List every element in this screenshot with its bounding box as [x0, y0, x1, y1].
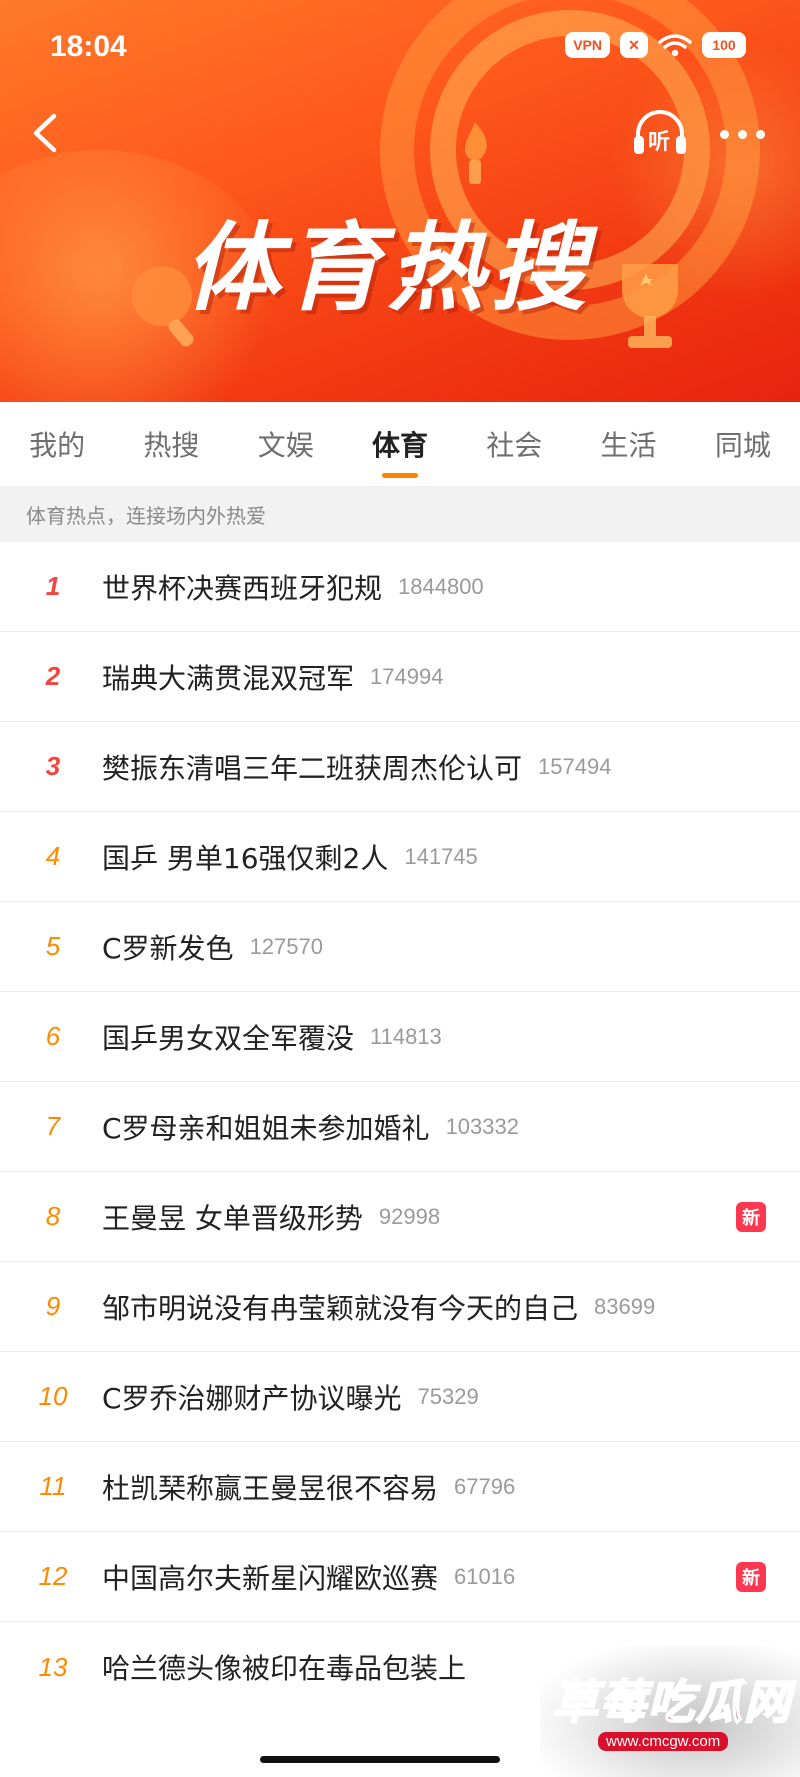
item-title: C罗乔治娜财产协议曝光	[102, 1381, 402, 1415]
back-arrow-icon[interactable]	[24, 108, 68, 158]
rank-number: 1	[45, 571, 61, 601]
tab-local[interactable]: 同城	[686, 402, 800, 486]
item-count: 114813	[370, 1023, 442, 1049]
close-box-icon: ✕	[620, 32, 648, 58]
home-indicator[interactable]	[260, 1756, 500, 1763]
tab-sports[interactable]: 体育	[343, 402, 457, 486]
category-tabs: 我的 热搜 文娱 体育 社会 生活 同城	[0, 402, 800, 486]
hero-banner: 18:04 VPN ✕ 100 听 体育热搜	[0, 0, 800, 402]
watermark-text: 草莓吃瓜网	[551, 1674, 792, 1730]
listen-label: 听	[648, 130, 671, 155]
item-count: 67796	[454, 1473, 516, 1499]
list-item[interactable]: 7 C罗母亲和姐姐未参加婚礼 103332	[0, 1082, 800, 1172]
section-subtitle: 体育热点，连接场内外热爱	[0, 486, 800, 542]
rank-number: 11	[39, 1471, 67, 1501]
item-count: 141745	[404, 843, 478, 869]
item-count: 174994	[370, 663, 444, 689]
tab-mine[interactable]: 我的	[0, 402, 114, 486]
vpn-icon: VPN	[565, 32, 610, 58]
item-count: 1844800	[398, 573, 484, 599]
status-time: 18:04	[50, 30, 127, 63]
item-title: 樊振东清唱三年二班获周杰伦认可	[102, 751, 523, 785]
item-count: 83699	[594, 1293, 656, 1319]
rank-number: 12	[38, 1561, 68, 1591]
rank-number: 8	[45, 1201, 61, 1231]
item-title: C罗新发色	[102, 931, 234, 965]
list-item[interactable]: 12 中国高尔夫新星闪耀欧巡赛 61016 新	[0, 1532, 800, 1622]
list-item[interactable]: 11 杜凯琹称赢王曼昱很不容易 67796	[0, 1442, 800, 1532]
active-tab-indicator	[381, 473, 418, 478]
item-title: 邹市明说没有冉莹颖就没有今天的自己	[102, 1291, 579, 1325]
item-title: 国乒 男单16强仅剩2人	[102, 841, 389, 875]
more-options-icon[interactable]	[712, 116, 772, 152]
item-title: 国乒男女双全军覆没	[102, 1021, 355, 1055]
list-item[interactable]: 1 世界杯决赛西班牙犯规 1844800	[0, 542, 800, 632]
item-title: C罗母亲和姐姐未参加婚礼	[102, 1111, 430, 1145]
wifi-icon	[658, 34, 692, 57]
status-icons: VPN ✕ 100	[565, 32, 746, 58]
watermark-url: www.cmcgw.com	[598, 1732, 729, 1751]
torch-icon	[464, 122, 487, 184]
item-count: 157494	[538, 753, 612, 779]
item-title: 哈兰德头像被印在毒品包装上	[102, 1652, 467, 1685]
hot-search-list: 1 世界杯决赛西班牙犯规 1844800 2 瑞典大满贯混双冠军 174994 …	[0, 542, 800, 1712]
list-item[interactable]: 9 邹市明说没有冉莹颖就没有今天的自己 83699	[0, 1262, 800, 1352]
status-bar: 18:04 VPN ✕ 100	[0, 0, 800, 96]
item-title: 世界杯决赛西班牙犯规	[102, 571, 383, 605]
rank-number: 2	[45, 661, 61, 691]
listen-button[interactable]: 听	[630, 108, 690, 162]
item-title: 中国高尔夫新星闪耀欧巡赛	[102, 1561, 439, 1595]
battery-icon: 100	[702, 32, 746, 58]
item-count: 61016	[454, 1563, 516, 1589]
list-item[interactable]: 2 瑞典大满贯混双冠军 174994	[0, 632, 800, 722]
item-count: 103332	[445, 1113, 519, 1139]
rank-number: 3	[45, 751, 61, 781]
rank-number: 6	[45, 1021, 61, 1051]
rank-number: 9	[45, 1291, 61, 1321]
item-title: 瑞典大满贯混双冠军	[102, 661, 355, 695]
item-count: 127570	[249, 933, 323, 959]
item-count: 75329	[417, 1383, 479, 1409]
rank-number: 13	[38, 1651, 68, 1682]
item-count: 92998	[378, 1203, 441, 1229]
tab-life[interactable]: 生活	[571, 402, 685, 486]
list-item[interactable]: 5 C罗新发色 127570	[0, 902, 800, 992]
list-item[interactable]: 3 樊振东清唱三年二班获周杰伦认可 157494	[0, 722, 800, 812]
list-item[interactable]: 10 C罗乔治娜财产协议曝光 75329	[0, 1352, 800, 1442]
trophy-icon	[622, 264, 678, 348]
rank-number: 7	[45, 1111, 61, 1141]
item-title: 杜凯琹称赢王曼昱很不容易	[102, 1471, 439, 1505]
tab-entertainment[interactable]: 文娱	[229, 402, 343, 486]
tab-society[interactable]: 社会	[457, 402, 571, 486]
new-badge: 新	[736, 1561, 766, 1592]
new-badge: 新	[736, 1201, 766, 1232]
watermark: 草莓吃瓜网 www.cmcgw.com	[540, 1646, 800, 1777]
tab-hot-search[interactable]: 热搜	[114, 402, 228, 486]
list-item[interactable]: 6 国乒男女双全军覆没 114813	[0, 992, 800, 1082]
rank-number: 5	[45, 931, 61, 961]
rank-number: 4	[45, 841, 61, 871]
list-item[interactable]: 8 王曼昱 女单晋级形势 92998 新	[0, 1172, 800, 1262]
rank-number: 10	[38, 1381, 68, 1411]
list-item[interactable]: 4 国乒 男单16强仅剩2人 141745	[0, 812, 800, 902]
item-title: 王曼昱 女单晋级形势	[102, 1201, 363, 1235]
page-title: 体育热搜	[184, 212, 592, 324]
